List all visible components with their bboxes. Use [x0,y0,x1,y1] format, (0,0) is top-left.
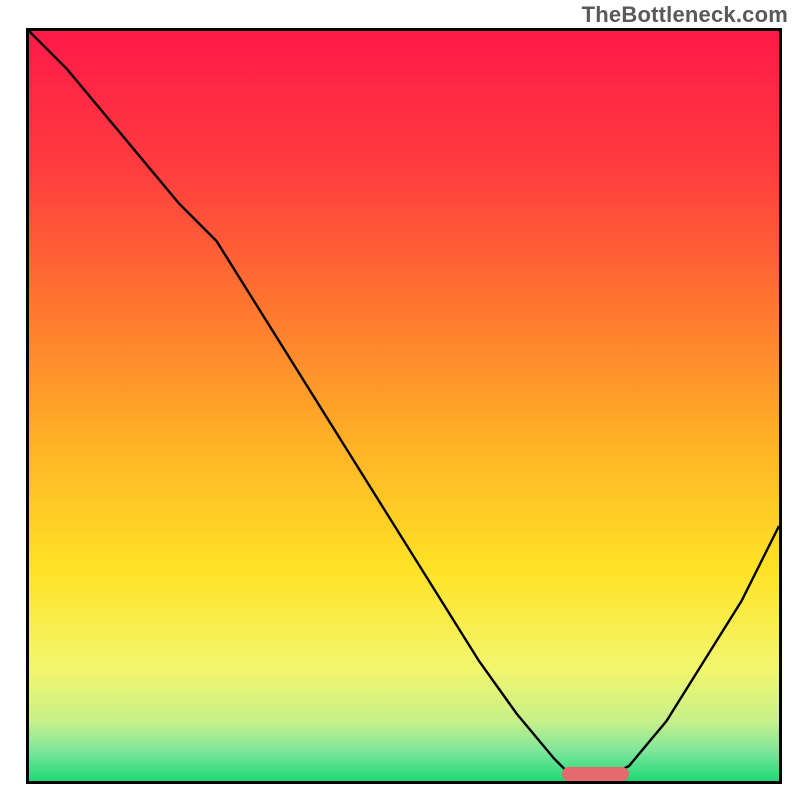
curve-path [29,31,779,777]
watermark-text: TheBottleneck.com [582,2,788,28]
bottleneck-curve [29,31,779,781]
plot-area [26,28,782,784]
optimal-range-marker [562,767,630,781]
chart-container: TheBottleneck.com [0,0,800,800]
